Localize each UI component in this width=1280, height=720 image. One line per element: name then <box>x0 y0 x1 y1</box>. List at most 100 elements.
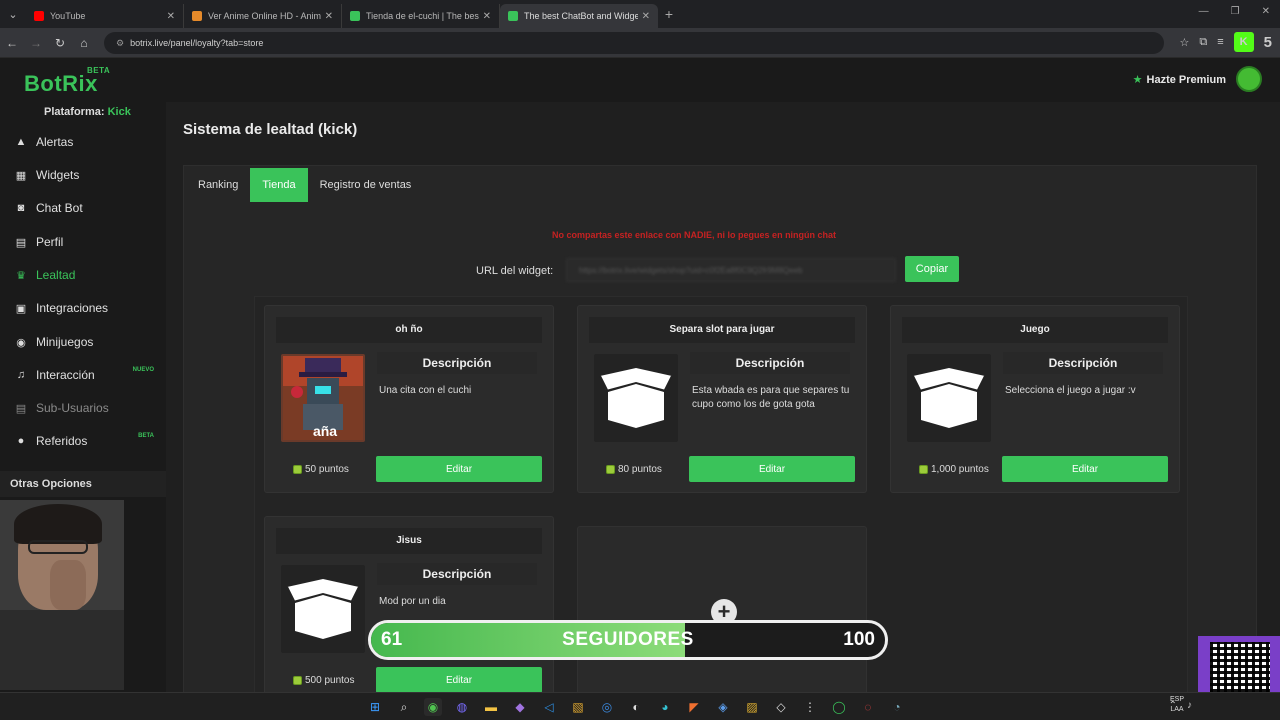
webcam-shirt <box>0 610 124 690</box>
extension-badge[interactable]: 5 <box>1264 34 1272 51</box>
sidebar-item-minijuegos[interactable]: ◉ Minijuegos <box>14 332 162 352</box>
people-icon: ● <box>17 435 25 447</box>
item-title: Separa slot para jugar <box>589 317 855 343</box>
loyalty-tabs: Ranking Tienda Registro de ventas <box>186 168 423 202</box>
browser-tab-1[interactable]: YouTube ✕ <box>26 4 184 28</box>
botrix-icon <box>350 11 360 21</box>
kick-extension-icon[interactable]: K <box>1233 32 1254 52</box>
app-icon[interactable]: ◇ <box>772 698 790 716</box>
browser-tab-4[interactable]: The best ChatBot and Widgets ✕ <box>500 4 658 28</box>
back-icon[interactable]: ← <box>0 36 24 50</box>
edit-button[interactable]: Editar <box>376 667 542 693</box>
gamepad-icon: ◉ <box>16 336 26 349</box>
maximize-icon[interactable]: ❐ <box>1231 6 1240 17</box>
close-tab-icon[interactable]: ✕ <box>483 11 491 22</box>
close-tab-icon[interactable]: ✕ <box>642 11 650 22</box>
reading-list-icon[interactable]: ≡ <box>1217 36 1223 48</box>
app-icon[interactable]: ▨ <box>743 698 761 716</box>
firefox-icon[interactable]: ◍ <box>453 698 471 716</box>
description-text: Una cita con el cuchi <box>379 385 472 396</box>
store-item-card: Separa slot para jugar Descripción Esta … <box>577 305 867 493</box>
webcam-hair <box>14 504 102 544</box>
windows-start-icon[interactable]: ⊞ <box>366 698 384 716</box>
close-tab-icon[interactable]: ✕ <box>167 11 175 22</box>
tab-ranking[interactable]: Ranking <box>186 168 250 202</box>
sidebar-item-alertas[interactable]: ▲ Alertas <box>14 132 162 152</box>
trophy-icon: ♛ <box>16 269 26 282</box>
tab-tienda[interactable]: Tienda <box>250 168 308 202</box>
other-options-header[interactable]: Otras Opciones <box>0 471 166 497</box>
description-title: Descripción <box>377 352 537 374</box>
file-explorer-icon[interactable]: ▬ <box>482 698 500 716</box>
visual-studio-icon[interactable]: ◆ <box>511 698 529 716</box>
item-image <box>594 354 678 442</box>
app-icon[interactable]: ◈ <box>714 698 732 716</box>
item-image: aña <box>281 354 365 442</box>
search-icon[interactable]: ⌕ <box>395 698 413 716</box>
browser-tab-3[interactable]: Tienda de el-cuchi | The best ✕ <box>342 4 500 28</box>
item-title: Jisus <box>276 528 542 554</box>
app-icon[interactable]: ◤ <box>685 698 703 716</box>
edit-button[interactable]: Editar <box>1002 456 1168 482</box>
box-icon <box>286 579 360 639</box>
edit-button[interactable]: Editar <box>376 456 542 482</box>
url-omnibox[interactable]: ⚙ botrix.live/panel/loyalty?tab=store <box>104 32 1164 54</box>
home-icon[interactable]: ⌂ <box>72 36 96 50</box>
edge-icon[interactable]: ◕ <box>656 698 674 716</box>
sidebar-item-chat-bot[interactable]: ◙ Chat Bot <box>14 198 162 218</box>
item-price: 1,000 puntos <box>919 464 989 475</box>
new-badge: NUEVO <box>132 367 154 373</box>
whatsapp-icon[interactable]: ◯ <box>830 698 848 716</box>
coins-icon <box>919 465 928 474</box>
edit-button[interactable]: Editar <box>689 456 855 482</box>
sidebar-item-perfil[interactable]: ▤ Perfil <box>14 232 162 252</box>
app-icon[interactable]: ◌ <box>859 698 877 716</box>
tab-registro-ventas[interactable]: Registro de ventas <box>308 168 424 202</box>
address-bar: ← → ↻ ⌂ ⚙ botrix.live/panel/loyalty?tab=… <box>0 28 1280 58</box>
youtube-icon <box>34 11 44 21</box>
bookmark-star-icon[interactable]: ☆ <box>1180 36 1190 49</box>
app-icon[interactable]: ◎ <box>598 698 616 716</box>
id-card-icon: ▤ <box>15 236 27 249</box>
steam-icon[interactable]: ◔ <box>888 698 906 716</box>
close-tab-icon[interactable]: ✕ <box>325 11 333 22</box>
add-item-card[interactable]: + <box>577 526 867 696</box>
coins-icon <box>606 465 615 474</box>
chrome-icon[interactable]: ◉ <box>424 698 442 716</box>
copy-button[interactable]: Copiar <box>905 256 959 282</box>
tab-search-icon[interactable]: ⌄ <box>0 0 26 28</box>
description-text: Selecciona el juego a jugar :v <box>1005 385 1136 396</box>
beta-badge: BETA <box>138 433 154 439</box>
beta-badge: BETA <box>87 66 111 75</box>
platform-indicator: Plataforma: Kick <box>44 106 131 118</box>
language-indicator[interactable]: ESP LAA <box>1170 695 1184 715</box>
sidebar-item-lealtad[interactable]: ♛ Lealtad <box>14 265 162 285</box>
close-window-icon[interactable]: ✕ <box>1262 6 1270 17</box>
window-controls: — ❐ ✕ <box>1199 6 1270 17</box>
widget-url-input[interactable]: https://botrix.live/widgets/shop?uid=c0f… <box>566 258 896 282</box>
botrix-logo[interactable]: BotRix BETA <box>24 66 110 97</box>
premium-button[interactable]: ★ Hazte Premium <box>1133 73 1226 87</box>
app-icon[interactable]: ▧ <box>569 698 587 716</box>
sidebar-item-widgets[interactable]: ▦ Widgets <box>14 165 162 185</box>
microphone-icon[interactable]: ♪ <box>1187 700 1192 711</box>
extensions-puzzle-icon[interactable]: ⧉ <box>1199 36 1207 49</box>
sidebar-item-integraciones[interactable]: ▣ Integraciones <box>14 298 162 318</box>
user-avatar[interactable] <box>1236 66 1262 92</box>
sidebar-item-interaccion[interactable]: ♫ Interacción NUEVO <box>14 365 162 385</box>
vscode-icon[interactable]: ◁ <box>540 698 558 716</box>
reload-icon[interactable]: ↻ <box>48 36 72 50</box>
new-tab-icon[interactable]: + <box>658 6 680 22</box>
sidebar-item-sub-usuarios[interactable]: ▤ Sub-Usuarios <box>14 398 162 418</box>
extension-icons: ☆ ⧉ ≡ K 5 <box>1180 32 1280 52</box>
obs-icon[interactable]: ◐ <box>627 698 645 716</box>
minimize-icon[interactable]: — <box>1199 6 1209 17</box>
sidebar-item-referidos[interactable]: ● Referidos BETA <box>14 431 162 451</box>
browser-tab-2[interactable]: Ver Anime Online HD - AnimeFLV ✕ <box>184 4 342 28</box>
app-icon[interactable]: ⋮ <box>801 698 819 716</box>
forward-icon[interactable]: → <box>24 36 48 50</box>
page-title: Sistema de lealtad (kick) <box>183 121 358 138</box>
widget-url-label: URL del widget: <box>476 265 554 277</box>
grid-icon: ▦ <box>15 169 27 182</box>
site-info-icon[interactable]: ⚙ <box>116 38 124 49</box>
